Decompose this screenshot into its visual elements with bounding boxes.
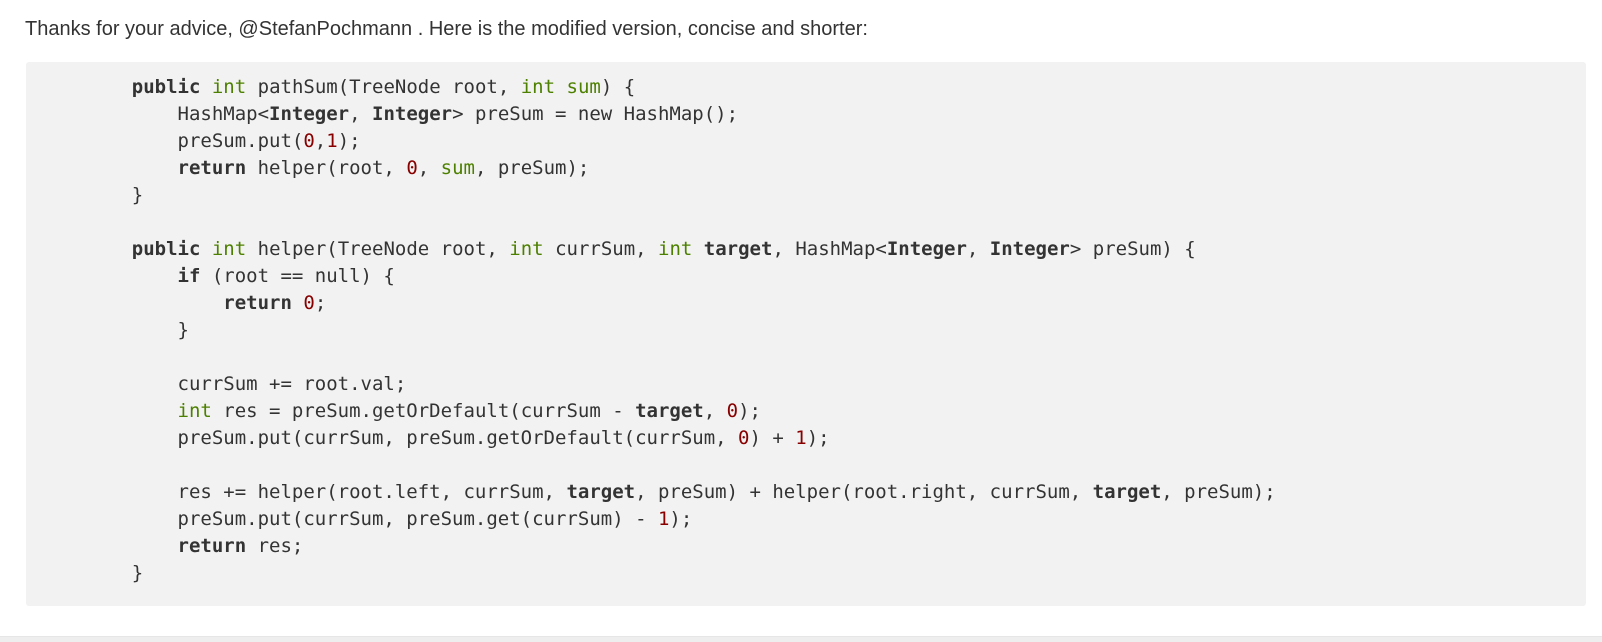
code-line: preSum.put(0,1); xyxy=(86,128,1276,155)
code-line: preSum.put(currSum, preSum.getOrDefault(… xyxy=(86,425,1276,452)
code-token: , preSum); xyxy=(1161,481,1276,503)
code-line: int res = preSum.getOrDefault(currSum - … xyxy=(86,398,1276,425)
code-token: } xyxy=(86,562,144,584)
code-line: } xyxy=(86,560,1276,587)
code-token: Integer xyxy=(269,103,350,125)
code-line: return 0; xyxy=(86,290,1276,317)
code-line: res += helper(root.left, currSum, target… xyxy=(86,479,1276,506)
code-token: > preSum) { xyxy=(1069,238,1196,260)
code-token: ) { xyxy=(600,76,636,98)
code-token: target xyxy=(1092,481,1162,503)
code-block: public int pathSum(TreeNode root, int su… xyxy=(26,62,1586,606)
code-token: preSum.put(currSum, preSum.get(currSum) … xyxy=(86,508,658,530)
code-token: target xyxy=(635,400,704,422)
code-token: ); xyxy=(337,130,361,152)
code-token: return xyxy=(223,292,292,314)
code-token: ); xyxy=(669,508,693,530)
code-token: , xyxy=(349,103,372,125)
code-token: public xyxy=(131,238,201,260)
code-token: Integer xyxy=(989,238,1070,260)
code-token: 1 xyxy=(795,427,807,449)
code-line: return res; xyxy=(86,533,1276,560)
code-token: res; xyxy=(246,535,304,557)
code-token: 0 xyxy=(303,130,315,152)
code-line: } xyxy=(86,182,1276,209)
code-token: Integer xyxy=(886,238,967,260)
code-token: 0 xyxy=(303,292,315,314)
code-token: helper(TreeNode root, xyxy=(246,238,510,260)
code-line: public int pathSum(TreeNode root, int su… xyxy=(86,74,1276,101)
code-token: ) + xyxy=(749,427,796,449)
code-token: , xyxy=(966,238,990,260)
code-token: return xyxy=(177,535,247,557)
code-token: currSum, xyxy=(543,238,659,260)
code-token: } xyxy=(86,319,189,341)
code-token: , preSum) + helper(root.right, currSum, xyxy=(635,481,1093,503)
code-token: pathSum(TreeNode root, xyxy=(246,76,521,98)
code-token: public xyxy=(131,76,201,98)
code-token: helper(root, xyxy=(246,157,407,179)
code-line: preSum.put(currSum, preSum.get(currSum) … xyxy=(86,506,1276,533)
code-token: ); xyxy=(738,400,761,422)
post-intro-text: Thanks for your advice, @StefanPochmann … xyxy=(25,18,868,40)
code-token: Integer xyxy=(372,103,453,125)
code-token: , xyxy=(314,130,327,152)
code-line: HashMap<Integer, Integer> preSum = new H… xyxy=(86,101,1276,128)
post-divider xyxy=(0,636,1602,642)
code-token: target xyxy=(703,238,773,260)
code-token: ; xyxy=(314,292,327,314)
code-token: preSum.put( xyxy=(86,130,304,152)
code-token: if xyxy=(177,265,201,287)
code-token: return xyxy=(177,157,247,179)
code-token: (root == null) { xyxy=(200,265,395,287)
code-token: res += helper(root.left, currSum, xyxy=(86,481,567,503)
code-token: int xyxy=(177,400,212,422)
code-token: } xyxy=(86,184,144,206)
code-line: } xyxy=(86,317,1276,344)
code-token: > preSum = new HashMap(); xyxy=(452,103,739,125)
code-token: res = preSum.getOrDefault(currSum - xyxy=(211,400,636,422)
code-token: HashMap< xyxy=(86,103,270,125)
code-token: int xyxy=(211,238,247,260)
code-token: preSum.put(currSum, preSum.getOrDefault(… xyxy=(86,427,739,449)
code-line: currSum += root.val; xyxy=(86,371,1276,398)
code-token: , xyxy=(417,157,441,179)
code-token: 1 xyxy=(326,130,338,152)
code-line: if (root == null) { xyxy=(86,263,1276,290)
code-token: , xyxy=(703,400,727,422)
code-token: target xyxy=(566,481,636,503)
code-token: 0 xyxy=(406,157,418,179)
code-line: return helper(root, 0, sum, preSum); xyxy=(86,155,1276,182)
code-line: public int helper(TreeNode root, int cur… xyxy=(86,236,1276,263)
code-token: int xyxy=(211,76,247,98)
code-token: int xyxy=(658,238,693,260)
code-token: sum xyxy=(566,76,601,98)
code-token: , preSum); xyxy=(474,157,590,179)
code-token: 0 xyxy=(738,427,750,449)
code-token: ); xyxy=(806,427,830,449)
code-token: currSum += root.val; xyxy=(86,373,407,395)
code-token: , HashMap< xyxy=(772,238,887,260)
code-token: sum xyxy=(440,157,475,179)
code-token: int xyxy=(520,76,556,98)
code-listing: public int pathSum(TreeNode root, int su… xyxy=(86,74,1276,587)
code-token: 0 xyxy=(726,400,739,422)
code-token: 1 xyxy=(657,508,670,530)
code-token: int xyxy=(509,238,544,260)
